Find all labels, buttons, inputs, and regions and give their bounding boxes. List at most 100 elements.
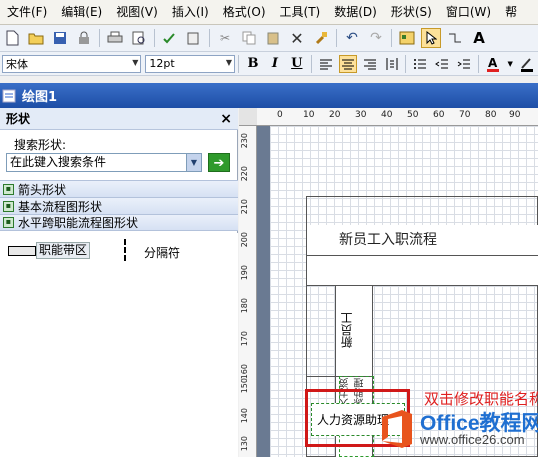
open-folder-icon[interactable] (26, 28, 46, 48)
print-preview-icon[interactable] (129, 28, 149, 48)
font-size-value: 12pt (149, 57, 175, 70)
font-color-icon[interactable]: A (484, 55, 502, 73)
decrease-indent-icon[interactable] (433, 55, 451, 73)
bullets-icon[interactable] (411, 55, 429, 73)
ruler-tick-label: 0 (277, 110, 283, 120)
print-icon[interactable] (105, 28, 125, 48)
close-icon[interactable]: × (220, 111, 232, 127)
menu-data[interactable]: 数据(D) (327, 0, 384, 25)
menu-shape[interactable]: 形状(S) (384, 0, 439, 25)
search-input[interactable]: 在此键入搜索条件 (6, 153, 202, 172)
ruler-corner (239, 108, 257, 126)
toolbar-separator (238, 54, 240, 73)
annotation-hint-text: 双击修改职能名称 (424, 390, 538, 408)
align-right-icon[interactable] (361, 55, 379, 73)
flowchart-title[interactable]: 新员工入职流程 (307, 225, 538, 256)
text-tool-icon[interactable]: A (469, 28, 489, 48)
ruler-tick-label: 200 (240, 232, 249, 248)
shapes-panel: 形状 × 搜索形状: 在此键入搜索条件 ▼ ➔ ▪ 箭头形状 ▪ 基本流程图形状… (0, 108, 238, 457)
horizontal-ruler: 0 10 20 30 40 50 60 70 80 90 (257, 108, 538, 126)
ruler-tick-label: 40 (381, 110, 393, 120)
ruler-tick-label: 10 (303, 110, 315, 120)
menu-window[interactable]: 窗口(W) (439, 0, 498, 25)
stencil-shapes-area: 职能带区 分隔符 (0, 233, 238, 457)
copy-icon[interactable] (239, 28, 259, 48)
separator-shape-label[interactable]: 分隔符 (144, 244, 180, 261)
format-painter-icon[interactable] (311, 28, 331, 48)
search-go-button[interactable]: ➔ (208, 153, 230, 172)
toolbar-separator (99, 29, 100, 47)
chevron-down-icon[interactable]: ▼ (506, 54, 514, 74)
research-icon[interactable] (184, 28, 204, 48)
delete-icon[interactable]: ✕ (287, 28, 307, 48)
toolbar-separator (310, 54, 312, 73)
menu-help[interactable]: 帮 (498, 0, 524, 25)
pointer-tool-icon[interactable] (421, 28, 441, 48)
toolbar-separator (154, 29, 155, 47)
stencil-cross-functional[interactable]: ▪ 水平跨职能流程图形状 (0, 214, 238, 231)
menu-insert[interactable]: 插入(I) (165, 0, 216, 25)
standard-toolbar: ✂ ✕ ↶ ↷ A (0, 25, 538, 52)
chevron-down-icon[interactable]: ▼ (226, 58, 232, 67)
vertical-ruler: 230 220 210 200 190 180 170 160 150 140 … (239, 108, 257, 457)
increase-indent-icon[interactable] (455, 55, 473, 73)
document-title-bar: 绘图1 (0, 83, 538, 108)
menu-tools[interactable]: 工具(T) (273, 0, 328, 25)
document-title: 绘图1 (22, 90, 58, 105)
swimlane-shape-label[interactable]: 职能带区 (36, 242, 91, 259)
separator-shape-icon[interactable] (124, 239, 126, 261)
font-name-value: 宋体 (6, 57, 28, 71)
permission-icon[interactable] (74, 28, 94, 48)
menu-file[interactable]: 文件(F) (0, 0, 54, 25)
italic-button[interactable]: I (266, 55, 284, 73)
stencil-icon: ▪ (3, 217, 14, 228)
connector-tool-icon[interactable] (445, 28, 465, 48)
lane-label-new-employee[interactable]: 新员工 (338, 300, 368, 360)
stencil-arrows[interactable]: ▪ 箭头形状 (0, 180, 238, 197)
ruler-tick-label: 130 (240, 436, 249, 452)
search-label: 搜索形状: (14, 138, 67, 152)
bold-button[interactable]: B (244, 55, 262, 73)
toolbar-separator (336, 29, 337, 47)
ruler-tick-label: 20 (329, 110, 341, 120)
shapes-window-icon[interactable] (397, 28, 417, 48)
vertical-align-icon[interactable] (383, 55, 401, 73)
chevron-down-icon[interactable]: ▼ (132, 58, 138, 67)
toolbar-separator (405, 54, 407, 73)
ruler-tick-label: 50 (407, 110, 419, 120)
font-name-select[interactable]: 宋体 ▼ (2, 54, 142, 73)
paste-icon[interactable] (263, 28, 283, 48)
ruler-tick-label: 210 (240, 199, 249, 215)
redo-icon[interactable]: ↷ (366, 28, 386, 48)
menu-view[interactable]: 视图(V) (109, 0, 165, 25)
spelling-icon[interactable] (160, 28, 180, 48)
menu-edit[interactable]: 编辑(E) (54, 0, 109, 25)
new-file-icon[interactable] (2, 28, 22, 48)
ruler-tick-label: 170 (240, 331, 249, 347)
chevron-down-icon[interactable]: ▼ (186, 154, 201, 171)
pool-header-row (307, 256, 538, 286)
stencil-label: 基本流程图形状 (18, 199, 103, 214)
svg-text:A: A (488, 56, 498, 70)
stencil-basic-flowchart[interactable]: ▪ 基本流程图形状 (0, 197, 238, 214)
undo-icon[interactable]: ↶ (342, 28, 362, 48)
ruler-tick-label: 230 (240, 133, 249, 149)
align-center-icon[interactable] (338, 54, 357, 73)
ruler-tick-label: 160 (240, 364, 249, 380)
font-size-select[interactable]: 12pt ▼ (145, 54, 236, 73)
menu-bar: 文件(F) 编辑(E) 视图(V) 插入(I) 格式(O) 工具(T) 数据(D… (0, 0, 538, 25)
shapes-panel-title: 形状 (6, 112, 31, 126)
ruler-tick-label: 140 (240, 408, 249, 424)
line-color-icon[interactable] (518, 55, 536, 73)
save-icon[interactable] (50, 28, 70, 48)
ruler-tick-label: 220 (240, 166, 249, 182)
menu-format[interactable]: 格式(O) (216, 0, 273, 25)
cut-icon[interactable]: ✂ (215, 28, 235, 48)
office-logo-icon (378, 407, 418, 451)
stencil-icon: ▪ (3, 183, 14, 195)
underline-button[interactable]: U (288, 55, 306, 73)
swimlane-shape-icon[interactable] (8, 246, 36, 256)
shapes-panel-header: 形状 × (0, 108, 238, 130)
toolbar-separator (209, 29, 210, 47)
align-left-icon[interactable] (317, 55, 335, 73)
